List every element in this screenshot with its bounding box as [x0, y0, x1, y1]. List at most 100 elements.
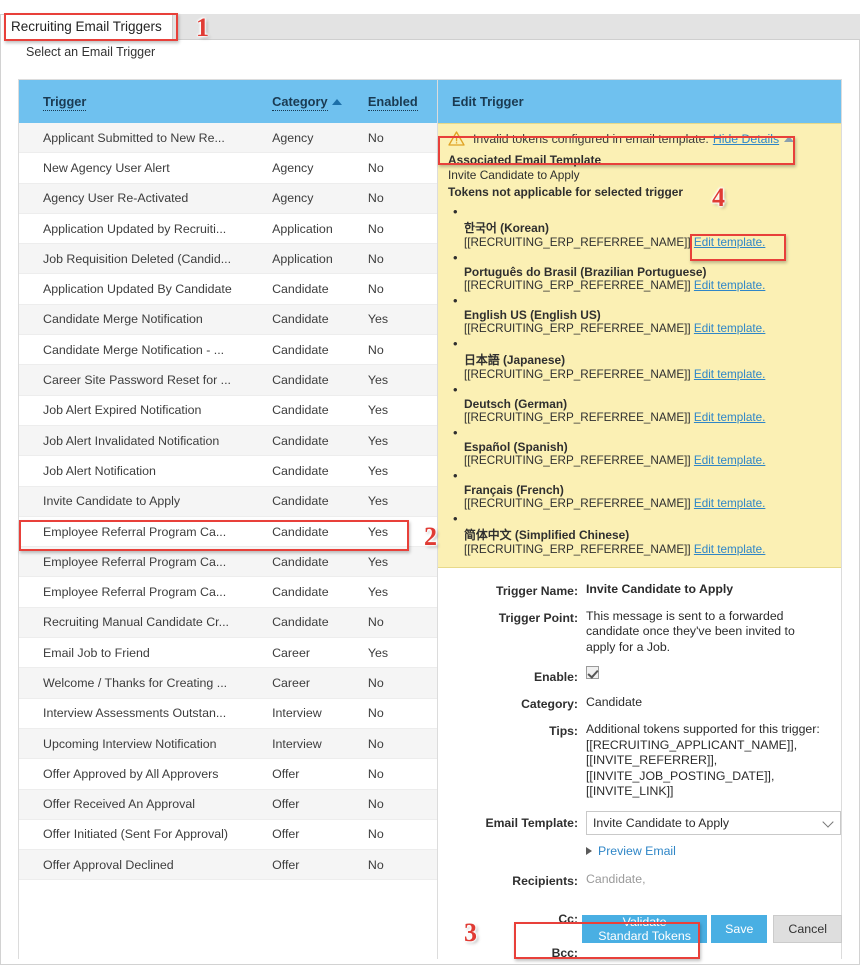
- table-row[interactable]: Employee Referral Program Ca... Candidate…: [19, 517, 437, 548]
- cell-category: Candidate: [272, 312, 329, 327]
- save-button[interactable]: Save: [711, 915, 768, 943]
- email-template-label: Email Template:: [485, 815, 578, 830]
- cell-trigger: New Agency User Alert: [43, 160, 170, 175]
- field-bcc: Bcc:: [446, 944, 833, 960]
- table-row[interactable]: Offer Received An Approval Offer No: [19, 789, 437, 820]
- table-row[interactable]: New Agency User Alert Agency No: [19, 153, 437, 184]
- cancel-button[interactable]: Cancel: [773, 915, 842, 943]
- cell-trigger: Offer Initiated (Sent For Approval): [43, 827, 229, 842]
- validate-standard-tokens-button[interactable]: Validate Standard Tokens: [582, 915, 708, 943]
- list-item: 日本語 (Japanese)[[RECRUITING_ERP_REFERREE_…: [464, 336, 831, 381]
- edit-template-link[interactable]: Edit template.: [694, 368, 765, 381]
- cell-category: Candidate: [272, 373, 329, 388]
- table-row[interactable]: Welcome / Thanks for Creating ... Career N…: [19, 668, 437, 699]
- tips-label: Tips:: [549, 724, 578, 739]
- table-row[interactable]: Invite Candidate to Apply Candidate Yes: [19, 486, 437, 517]
- cell-trigger: Employee Referral Program Ca...: [43, 554, 227, 569]
- cell-trigger: Job Alert Notification: [43, 463, 156, 478]
- table-row[interactable]: Candidate Merge Notification - ... Candid…: [19, 335, 437, 366]
- cell-category: Candidate: [272, 433, 329, 448]
- list-item: Deutsch (German)[[RECRUITING_ERP_REFERRE…: [464, 382, 831, 424]
- column-header-enabled[interactable]: Enabled: [367, 93, 437, 111]
- preview-email-toggle[interactable]: Preview Email: [586, 844, 841, 858]
- cell-category: Offer: [272, 857, 300, 872]
- enable-checkbox[interactable]: [586, 666, 599, 680]
- cell-category: Candidate: [272, 463, 329, 478]
- cell-enabled: No: [367, 221, 384, 236]
- cell-trigger: Job Alert Expired Notification: [43, 403, 202, 418]
- table-row[interactable]: Job Alert Expired Notification Candidate Y…: [19, 396, 437, 426]
- cell-enabled: No: [367, 857, 384, 872]
- cell-category: Agency: [272, 160, 314, 175]
- cell-enabled: No: [367, 342, 384, 357]
- cell-enabled: No: [367, 706, 384, 721]
- cell-category: Offer: [272, 827, 300, 842]
- table-row[interactable]: Employee Referral Program Ca... Candidate…: [19, 547, 437, 578]
- trigger-form: Trigger Name: Invite Candidate to Apply …: [438, 568, 841, 960]
- tab-recruiting-email-triggers[interactable]: Recruiting Email Triggers: [0, 14, 173, 41]
- table-row[interactable]: Job Alert Notification Candidate Yes: [19, 456, 437, 487]
- edit-template-link[interactable]: Edit template.: [694, 411, 765, 424]
- language-name: 한국어 (Korean): [464, 220, 550, 235]
- table-row[interactable]: Job Requisition Deleted (Candid... Applic…: [19, 244, 437, 275]
- bcc-label: Bcc:: [551, 945, 578, 960]
- cell-enabled: No: [367, 615, 384, 630]
- token-value: [[RECRUITING_ERP_REFERREE_NAME]]: [464, 496, 691, 510]
- edit-template-link[interactable]: Edit template.: [694, 236, 765, 249]
- cell-trigger: Employee Referral Program Ca...: [43, 524, 227, 539]
- table-row[interactable]: Interview Assessments Outstan... Intervie…: [19, 699, 437, 729]
- associated-template-label: Associated Email Template: [448, 153, 602, 167]
- cell-enabled: Yes: [367, 403, 389, 418]
- cell-trigger: Recruiting Manual Candidate Cr...: [43, 615, 229, 630]
- cell-enabled: Yes: [367, 585, 389, 600]
- token-line: [[RECRUITING_ERP_REFERREE_NAME]] Edit te…: [464, 543, 831, 556]
- language-name: Español (Spanish): [464, 439, 568, 454]
- warning-triangle-icon: [448, 131, 465, 146]
- edit-template-link[interactable]: Edit template.: [694, 497, 765, 510]
- email-template-select[interactable]: Invite Candidate to Apply: [586, 810, 841, 835]
- table-row[interactable]: Career Site Password Reset for ... Candid…: [19, 365, 437, 396]
- table-row[interactable]: Application Updated by Recruiti... Applic…: [19, 214, 437, 245]
- table-row[interactable]: Employee Referral Program Ca... Candidate…: [19, 577, 437, 608]
- cell-trigger: Offer Approved by All Approvers: [43, 766, 219, 781]
- table-row[interactable]: Recruiting Manual Candidate Cr... Candida…: [19, 607, 437, 639]
- list-item: English US (English US)[[RECRUITING_ERP_…: [464, 293, 831, 335]
- table-row[interactable]: Candidate Merge Notification Candidate Yes: [19, 304, 437, 336]
- table-row[interactable]: Email Job to Friend Career Yes: [19, 638, 437, 669]
- table-row[interactable]: Applicant Submitted to New Re... Agency No: [19, 123, 437, 154]
- cell-category: Agency: [272, 191, 314, 206]
- triangle-right-icon: [586, 846, 592, 855]
- hide-details-link[interactable]: Hide Details: [713, 132, 779, 146]
- token-value: [[RECRUITING_ERP_REFERREE_NAME]]: [464, 542, 691, 556]
- cell-trigger: Career Site Password Reset for ...: [43, 373, 231, 388]
- cell-trigger: Application Updated by Recruiti...: [43, 221, 227, 236]
- token-value: [[RECRUITING_ERP_REFERREE_NAME]]: [464, 410, 691, 424]
- edit-template-link[interactable]: Edit template.: [694, 543, 765, 556]
- column-header-trigger[interactable]: Trigger: [43, 93, 272, 111]
- table-row[interactable]: Job Alert Invalidated Notification Candid…: [19, 425, 437, 457]
- cell-enabled: Yes: [367, 312, 389, 327]
- sort-ascending-icon: [331, 98, 342, 105]
- recipients-value[interactable]: Candidate,: [586, 872, 833, 888]
- table-row[interactable]: Offer Approved by All Approvers Offer No: [19, 759, 437, 790]
- edit-template-link[interactable]: Edit template.: [694, 322, 765, 335]
- table-row[interactable]: Offer Approval Declined Offer No: [19, 850, 437, 881]
- table-row[interactable]: Application Updated By Candidate Candidat…: [19, 274, 437, 305]
- cell-category: Application: [272, 221, 333, 236]
- table-row[interactable]: Agency User Re-Activated Agency No: [19, 183, 437, 214]
- bcc-value[interactable]: [586, 944, 833, 960]
- table-row[interactable]: Upcoming Interview Notification Interview…: [19, 728, 437, 760]
- chevron-up-icon[interactable]: [784, 135, 795, 142]
- edit-template-link[interactable]: Edit template.: [694, 454, 765, 467]
- edit-template-link[interactable]: Edit template.: [694, 279, 765, 292]
- cell-enabled: No: [367, 736, 384, 751]
- cell-category: Candidate: [272, 554, 329, 569]
- warning-header: Invalid tokens configured in email templ…: [438, 124, 841, 153]
- column-header-category[interactable]: Category: [272, 93, 368, 111]
- chevron-down-icon: [822, 816, 834, 828]
- cell-trigger: Welcome / Thanks for Creating ...: [43, 675, 228, 690]
- cell-category: Candidate: [272, 524, 329, 539]
- table-row[interactable]: Offer Initiated (Sent For Approval) Offer…: [19, 820, 437, 851]
- cell-enabled: No: [367, 675, 384, 690]
- cell-trigger: Job Alert Invalidated Notification: [43, 433, 220, 448]
